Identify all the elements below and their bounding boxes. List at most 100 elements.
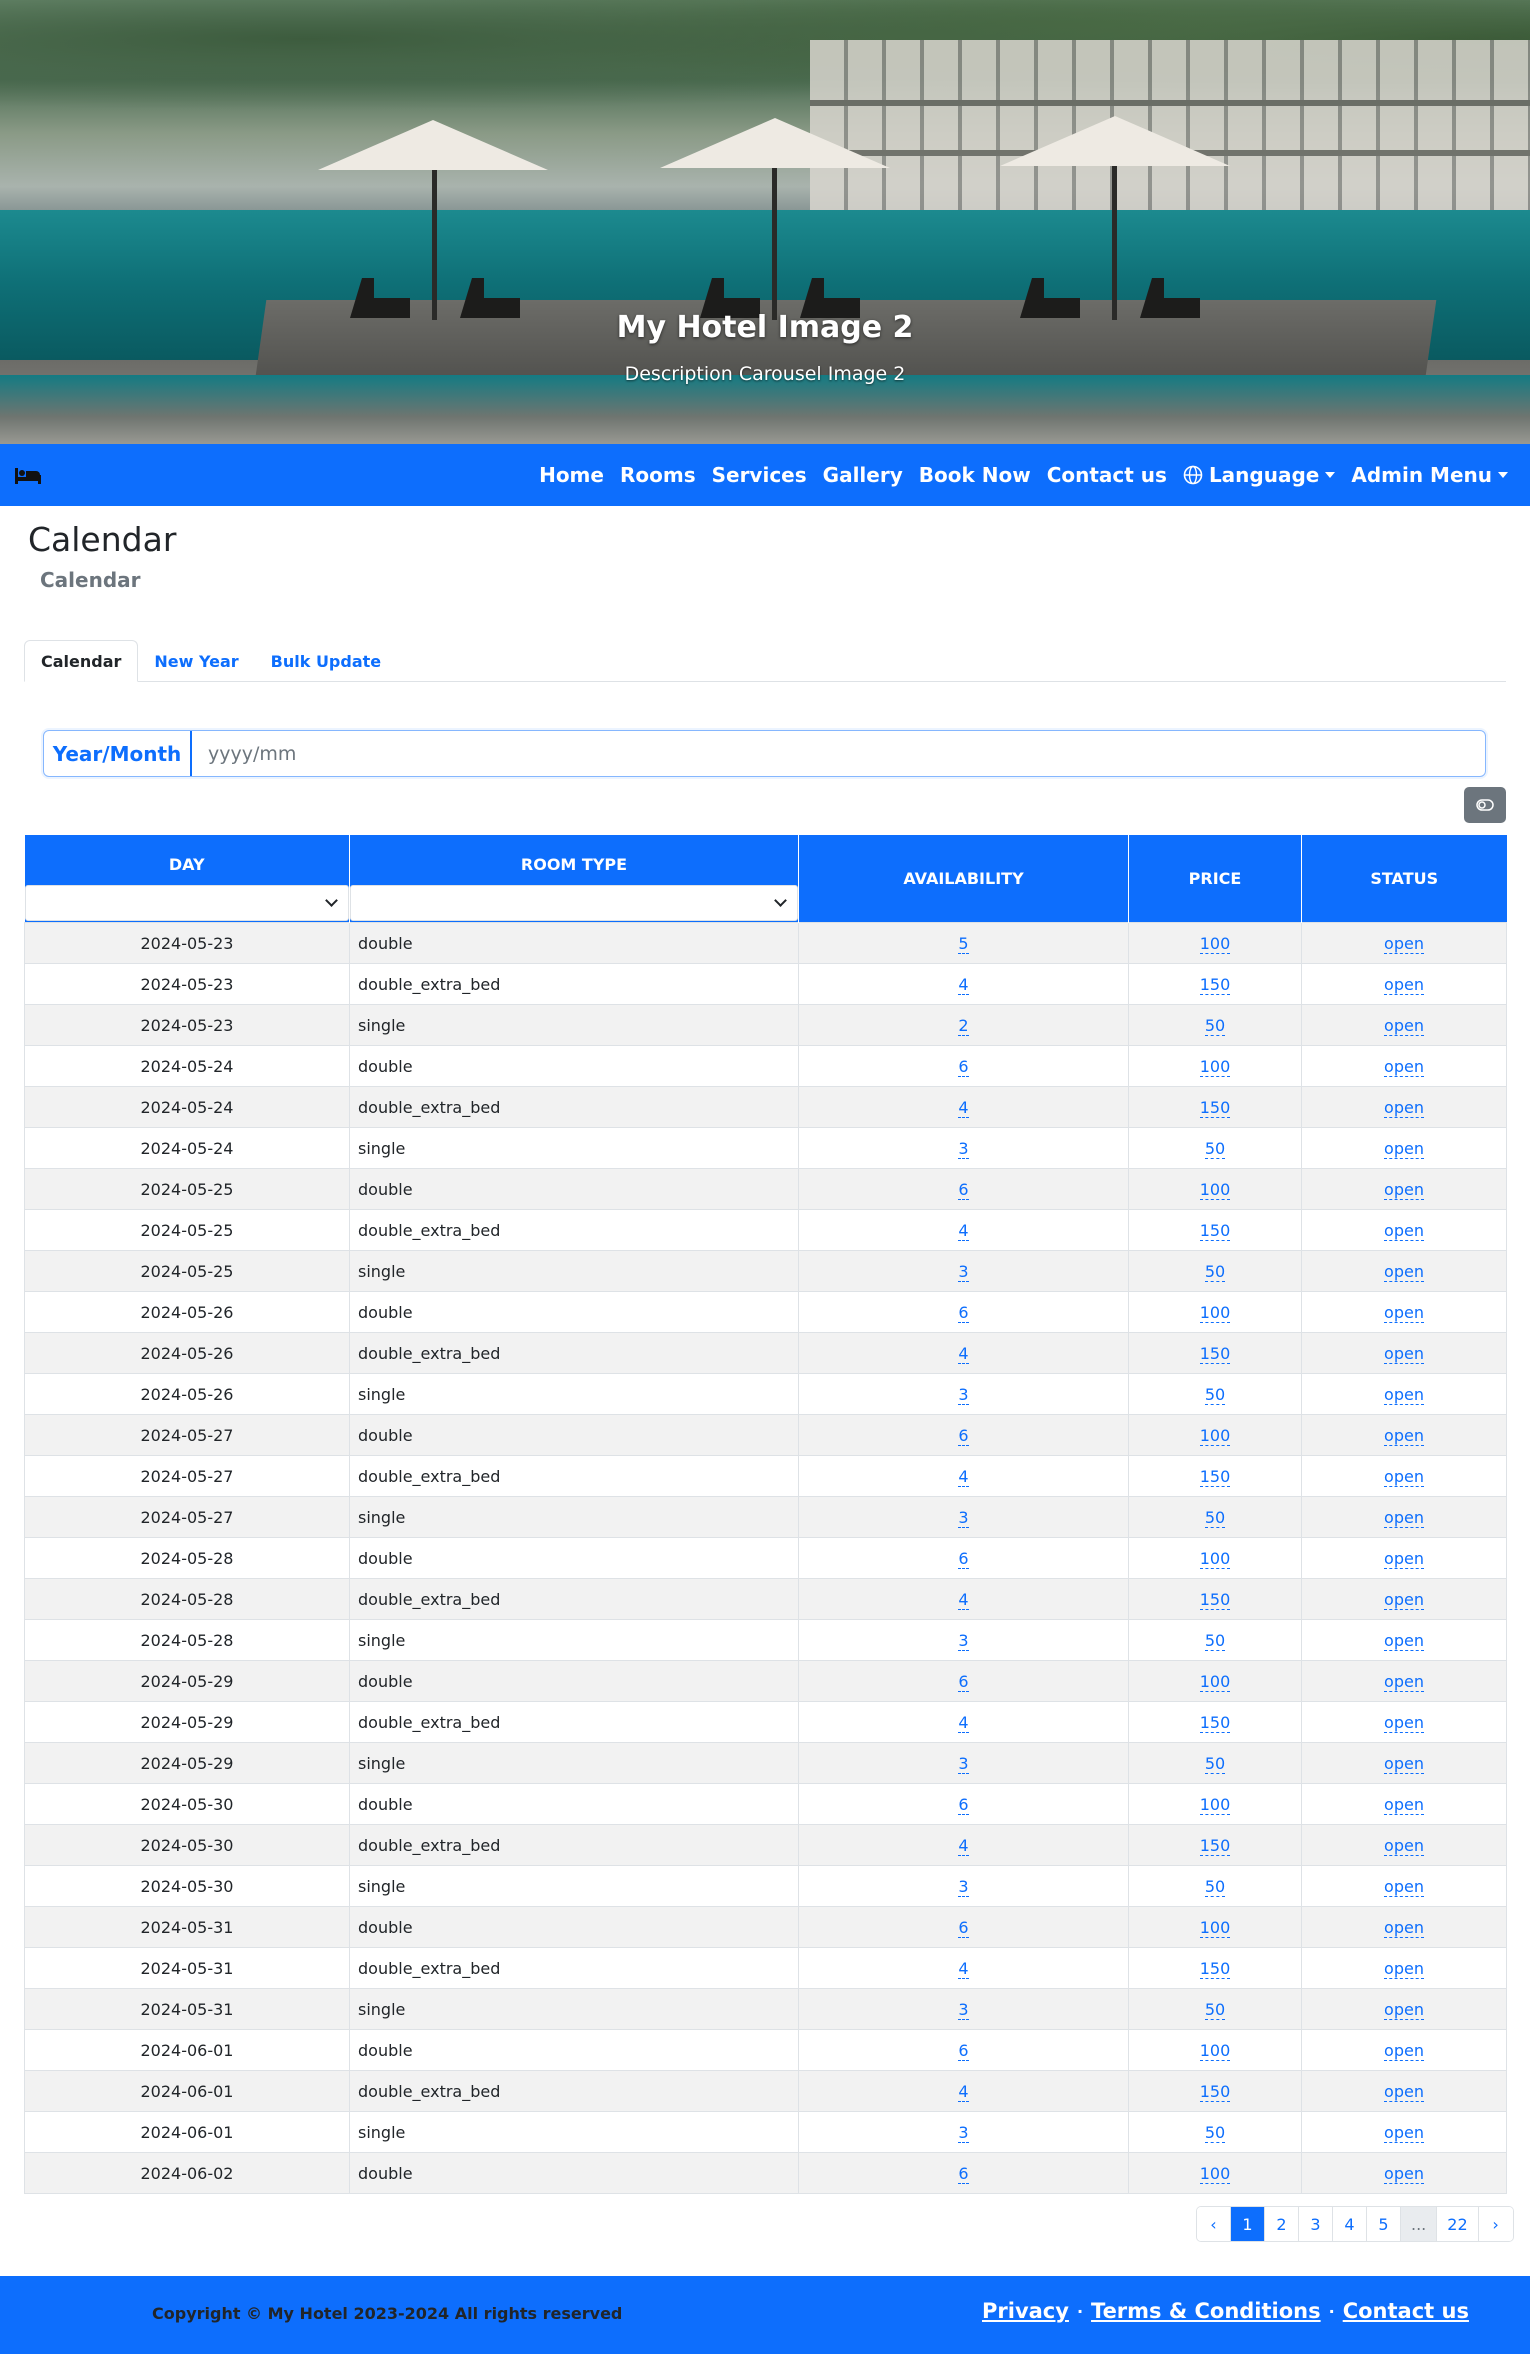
pagination-page-4[interactable]: 4 <box>1333 2207 1367 2241</box>
status-editable-link[interactable]: open <box>1384 1097 1424 1118</box>
availability-cell[interactable]: 6 <box>798 1537 1129 1579</box>
status-editable-link[interactable]: open <box>1384 933 1424 954</box>
availability-cell[interactable]: 4 <box>798 1209 1129 1251</box>
status-cell[interactable]: open <box>1301 1250 1507 1292</box>
price-editable-link[interactable]: 100 <box>1199 1794 1231 1815</box>
price-editable-link[interactable]: 100 <box>1199 1302 1231 1323</box>
status-cell[interactable]: open <box>1301 1332 1507 1374</box>
nav-rooms[interactable]: Rooms <box>612 463 704 487</box>
availability-editable-link[interactable]: 6 <box>958 1179 969 1200</box>
status-cell[interactable]: open <box>1301 2070 1507 2112</box>
status-cell[interactable]: open <box>1301 2029 1507 2071</box>
availability-editable-link[interactable]: 6 <box>958 1056 969 1077</box>
availability-editable-link[interactable]: 6 <box>958 1794 969 1815</box>
pagination-next[interactable]: › <box>1478 2207 1513 2241</box>
availability-cell[interactable]: 4 <box>798 1578 1129 1620</box>
status-editable-link[interactable]: open <box>1384 1056 1424 1077</box>
pagination-page-last[interactable]: 22 <box>1437 2207 1479 2241</box>
status-editable-link[interactable]: open <box>1384 1343 1424 1364</box>
availability-editable-link[interactable]: 3 <box>958 1999 969 2020</box>
status-cell[interactable]: open <box>1301 1906 1507 1948</box>
availability-cell[interactable]: 4 <box>798 1086 1129 1128</box>
status-cell[interactable]: open <box>1301 1660 1507 1702</box>
status-cell[interactable]: open <box>1301 963 1507 1005</box>
status-editable-link[interactable]: open <box>1384 2163 1424 2184</box>
status-cell[interactable]: open <box>1301 1701 1507 1743</box>
price-editable-link[interactable]: 50 <box>1204 2122 1226 2143</box>
availability-editable-link[interactable]: 3 <box>958 1876 969 1897</box>
price-cell[interactable]: 50 <box>1128 1004 1302 1046</box>
status-cell[interactable]: open <box>1301 1291 1507 1333</box>
status-editable-link[interactable]: open <box>1384 1917 1424 1938</box>
availability-editable-link[interactable]: 4 <box>958 1589 969 1610</box>
price-editable-link[interactable]: 100 <box>1199 2040 1231 2061</box>
price-editable-link[interactable]: 150 <box>1199 1589 1231 1610</box>
status-editable-link[interactable]: open <box>1384 1876 1424 1897</box>
day-filter-select[interactable] <box>24 885 349 921</box>
status-editable-link[interactable]: open <box>1384 1753 1424 1774</box>
availability-cell[interactable]: 6 <box>798 2029 1129 2071</box>
price-cell[interactable]: 150 <box>1128 963 1302 1005</box>
nav-contact[interactable]: Contact us <box>1039 463 1175 487</box>
status-cell[interactable]: open <box>1301 1947 1507 1989</box>
price-editable-link[interactable]: 100 <box>1199 1056 1231 1077</box>
availability-editable-link[interactable]: 4 <box>958 1097 969 1118</box>
availability-cell[interactable]: 6 <box>798 1414 1129 1456</box>
status-editable-link[interactable]: open <box>1384 1384 1424 1405</box>
status-editable-link[interactable]: open <box>1384 1958 1424 1979</box>
availability-editable-link[interactable]: 5 <box>958 933 969 954</box>
price-cell[interactable]: 50 <box>1128 1742 1302 1784</box>
status-cell[interactable]: open <box>1301 2152 1507 2194</box>
status-editable-link[interactable]: open <box>1384 1548 1424 1569</box>
tab-bulk-update[interactable]: Bulk Update <box>255 640 397 682</box>
status-cell[interactable]: open <box>1301 1824 1507 1866</box>
price-cell[interactable]: 100 <box>1128 922 1302 964</box>
availability-editable-link[interactable]: 3 <box>958 1630 969 1651</box>
status-cell[interactable]: open <box>1301 1455 1507 1497</box>
status-cell[interactable]: open <box>1301 1209 1507 1251</box>
price-cell[interactable]: 100 <box>1128 1660 1302 1702</box>
price-cell[interactable]: 50 <box>1128 1988 1302 2030</box>
price-cell[interactable]: 150 <box>1128 1332 1302 1374</box>
price-cell[interactable]: 50 <box>1128 1619 1302 1661</box>
price-editable-link[interactable]: 50 <box>1204 1384 1226 1405</box>
availability-cell[interactable]: 4 <box>798 1947 1129 1989</box>
room-type-filter-select[interactable] <box>350 885 798 921</box>
column-price[interactable]: PRICE <box>1128 835 1302 923</box>
price-editable-link[interactable]: 150 <box>1199 1466 1231 1487</box>
nav-home[interactable]: Home <box>531 463 612 487</box>
status-editable-link[interactable]: open <box>1384 1425 1424 1446</box>
availability-editable-link[interactable]: 4 <box>958 1712 969 1733</box>
price-editable-link[interactable]: 50 <box>1204 1999 1226 2020</box>
nav-gallery[interactable]: Gallery <box>815 463 911 487</box>
nav-book-now[interactable]: Book Now <box>911 463 1039 487</box>
status-editable-link[interactable]: open <box>1384 1179 1424 1200</box>
availability-editable-link[interactable]: 3 <box>958 1138 969 1159</box>
price-cell[interactable]: 100 <box>1128 2152 1302 2194</box>
price-cell[interactable]: 100 <box>1128 1906 1302 1948</box>
availability-cell[interactable]: 6 <box>798 2152 1129 2194</box>
status-editable-link[interactable]: open <box>1384 1794 1424 1815</box>
footer-privacy-link[interactable]: Privacy <box>982 2299 1069 2323</box>
status-cell[interactable]: open <box>1301 1004 1507 1046</box>
price-editable-link[interactable]: 50 <box>1204 1507 1226 1528</box>
price-cell[interactable]: 150 <box>1128 1947 1302 1989</box>
price-cell[interactable]: 100 <box>1128 1783 1302 1825</box>
availability-cell[interactable]: 3 <box>798 2111 1129 2153</box>
availability-cell[interactable]: 2 <box>798 1004 1129 1046</box>
price-cell[interactable]: 100 <box>1128 1537 1302 1579</box>
status-cell[interactable]: open <box>1301 1373 1507 1415</box>
price-cell[interactable]: 150 <box>1128 1455 1302 1497</box>
status-cell[interactable]: open <box>1301 1578 1507 1620</box>
availability-editable-link[interactable]: 6 <box>958 2163 969 2184</box>
price-cell[interactable]: 150 <box>1128 2070 1302 2112</box>
status-editable-link[interactable]: open <box>1384 1220 1424 1241</box>
status-cell[interactable]: open <box>1301 1045 1507 1087</box>
price-editable-link[interactable]: 50 <box>1204 1876 1226 1897</box>
price-cell[interactable]: 150 <box>1128 1701 1302 1743</box>
tab-new-year[interactable]: New Year <box>138 640 254 682</box>
year-month-input[interactable] <box>192 731 1485 776</box>
status-editable-link[interactable]: open <box>1384 1671 1424 1692</box>
toggle-columns-button[interactable] <box>1464 787 1506 823</box>
hero-carousel[interactable]: My Hotel Image 2 Description Carousel Im… <box>0 0 1530 444</box>
